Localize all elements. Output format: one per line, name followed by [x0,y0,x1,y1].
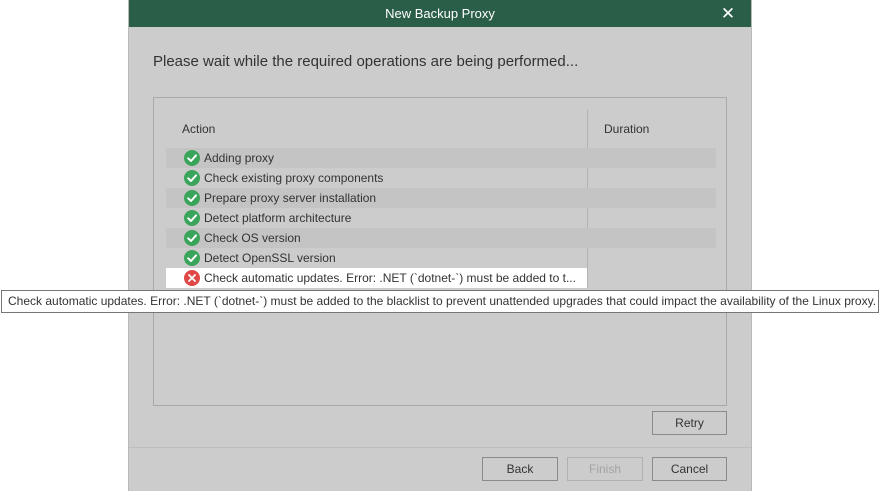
footer-divider [129,447,751,448]
row-label: Detect OpenSSL version [204,251,336,265]
check-circle-icon [184,170,200,186]
screen: New Backup Proxy ✕ Please wait while the… [0,0,880,491]
check-circle-icon [184,210,200,226]
new-backup-proxy-dialog: New Backup Proxy ✕ Please wait while the… [128,0,752,491]
table-row: Prepare proxy server installation [166,188,716,208]
table-row: Detect platform architecture [166,208,716,228]
column-header-action: Action [182,122,216,136]
table-row: Detect OpenSSL version [166,248,716,268]
row-label: Adding proxy [204,151,275,165]
row-duration [587,188,588,208]
row-duration [587,268,588,288]
row-duration [587,168,588,188]
error-tooltip: Check automatic updates. Error: .NET (`d… [1,290,879,313]
table-row: Check existing proxy components [166,168,716,188]
check-circle-icon [184,230,200,246]
table-row: Check OS version [166,228,716,248]
row-label: Check existing proxy components [204,171,384,185]
finish-button[interactable]: Finish [567,457,643,481]
row-duration [587,208,588,228]
table-row: Adding proxy [166,148,716,168]
retry-button[interactable]: Retry [652,411,727,435]
operations-list: Adding proxy Check existing proxy compon… [166,148,716,288]
page-heading: Please wait while the required operation… [153,53,579,70]
row-label: Detect platform architecture [204,211,352,225]
row-duration [587,248,588,268]
close-icon[interactable]: ✕ [719,0,737,27]
check-circle-icon [184,250,200,266]
back-button[interactable]: Back [482,457,558,481]
check-circle-icon [184,190,200,206]
row-label: Prepare proxy server installation [204,191,377,205]
row-duration [587,228,588,248]
check-circle-icon [184,150,200,166]
cancel-button[interactable]: Cancel [652,457,727,481]
table-row-error[interactable]: Check automatic updates. Error: .NET (`d… [166,268,587,288]
error-circle-icon [184,270,200,286]
operations-panel: Action Duration Adding proxy Check exist… [153,97,727,406]
dialog-title: New Backup Proxy [385,6,495,21]
row-label: Check OS version [204,231,301,245]
dialog-titlebar: New Backup Proxy ✕ [129,0,751,27]
row-label: Check automatic updates. Error: .NET (`d… [204,271,576,285]
row-duration [587,148,588,168]
column-header-duration: Duration [604,122,650,136]
